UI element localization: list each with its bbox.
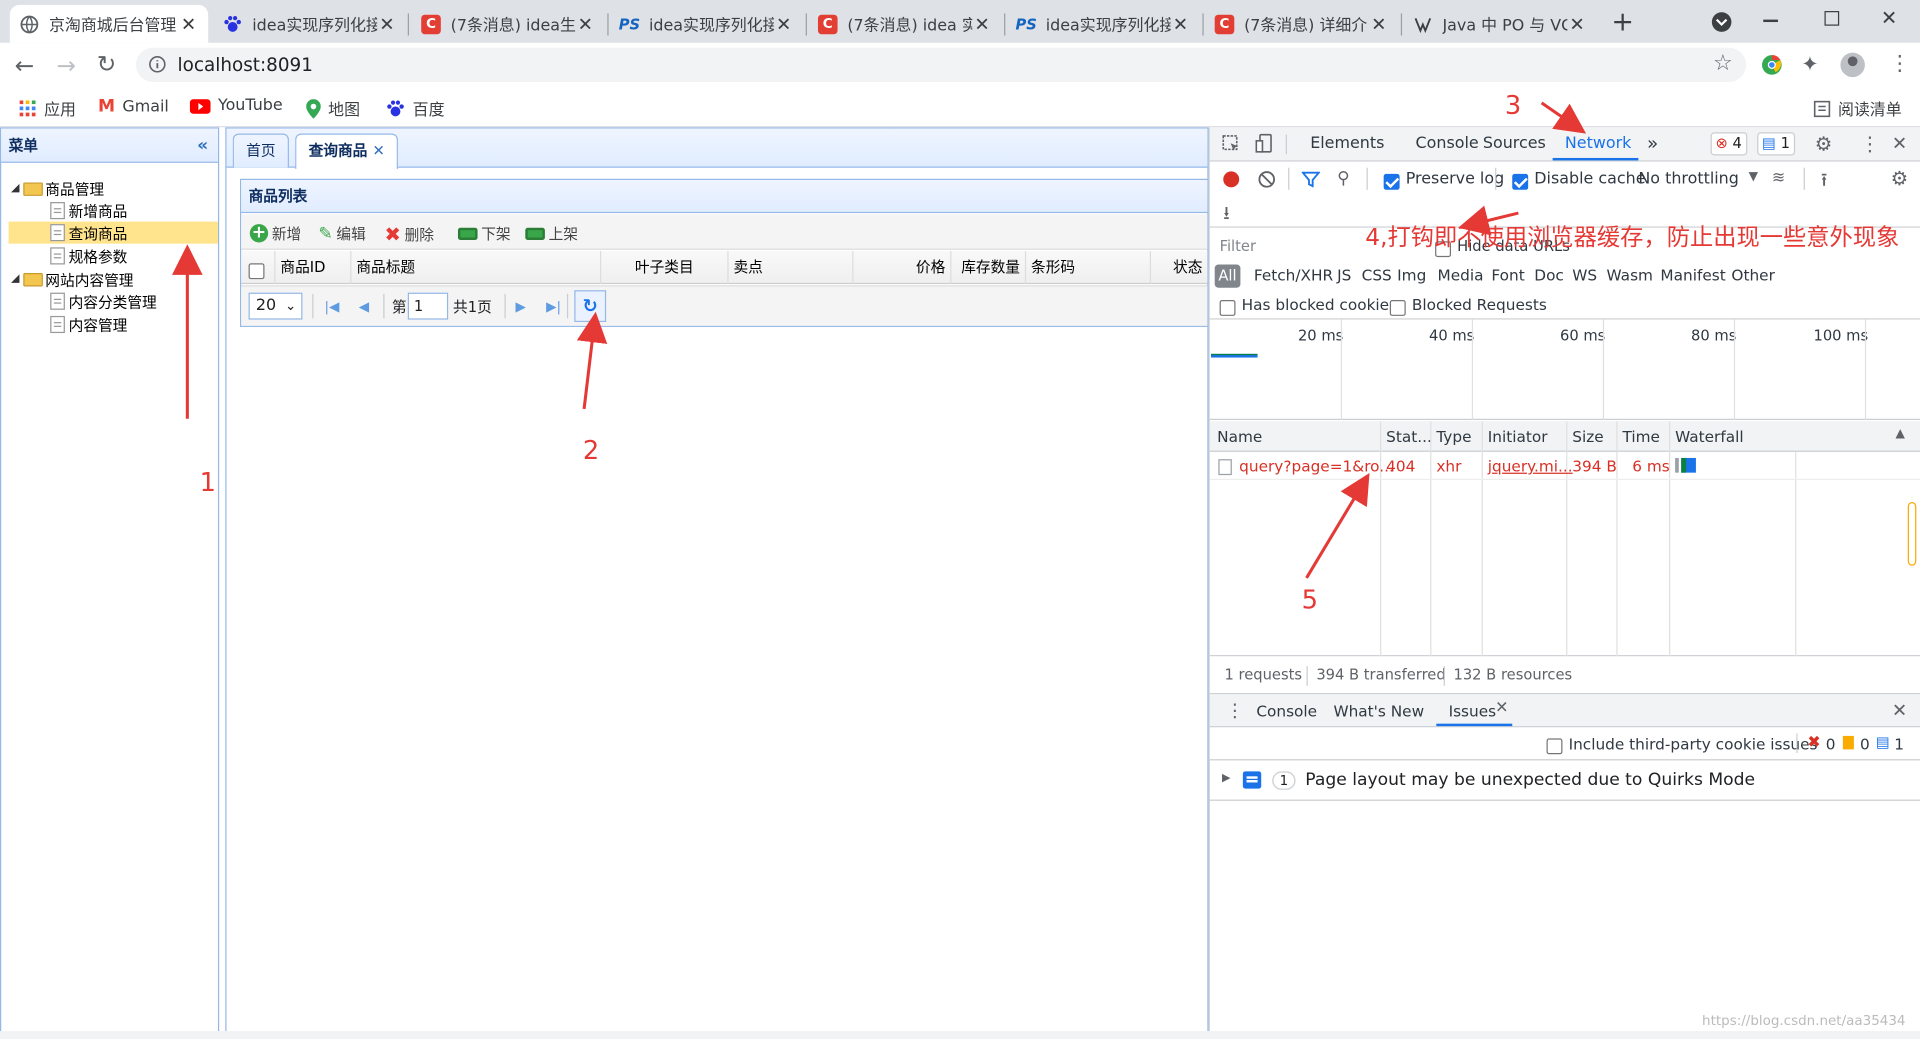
- annotation-label-2: 2: [582, 435, 600, 466]
- annotation-arrow-3: [1540, 101, 1587, 134]
- annotation-label-5: 5: [1301, 585, 1319, 615]
- annotation-arrow-2: [576, 311, 608, 410]
- annotation-label-1: 1: [199, 467, 216, 498]
- watermark: https://blog.csdn.net/aa35434: [1702, 1012, 1906, 1029]
- annotation-arrow-5: [1305, 472, 1370, 579]
- annotation-arrows: [172, 101, 1587, 579]
- bottom-strip: [0, 1031, 1920, 1039]
- annotation-label-4: 4,打钩即不使用浏览器缓存，防止出现一些意外现象: [1365, 224, 1900, 252]
- annotation-arrow-4: [1458, 205, 1519, 236]
- annotation-label-3: 3: [1504, 90, 1522, 121]
